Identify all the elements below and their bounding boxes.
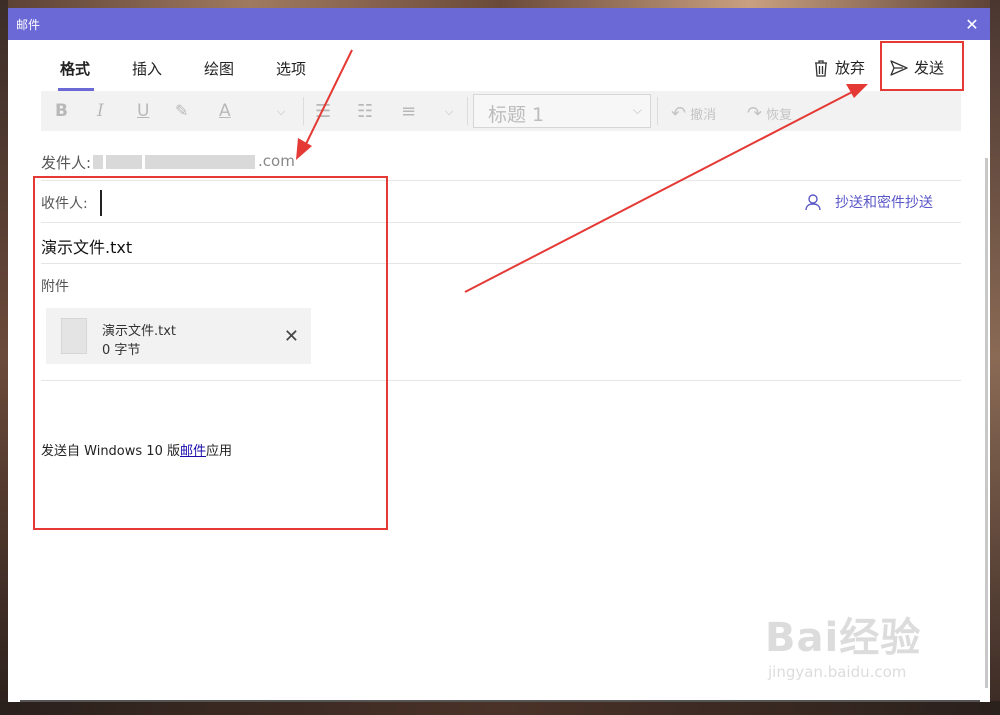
watermark-url: jingyan.baidu.com — [768, 663, 907, 681]
baidu-watermark: Bai经验 jingyan.baidu.com — [765, 605, 921, 681]
annotation-arrowhead — [296, 138, 312, 160]
annotation-arrow-send — [464, 89, 857, 293]
annotation-arrow-from — [303, 49, 353, 149]
watermark-brand: Bai经验 — [765, 615, 922, 661]
annotation-arrowhead — [846, 84, 868, 98]
